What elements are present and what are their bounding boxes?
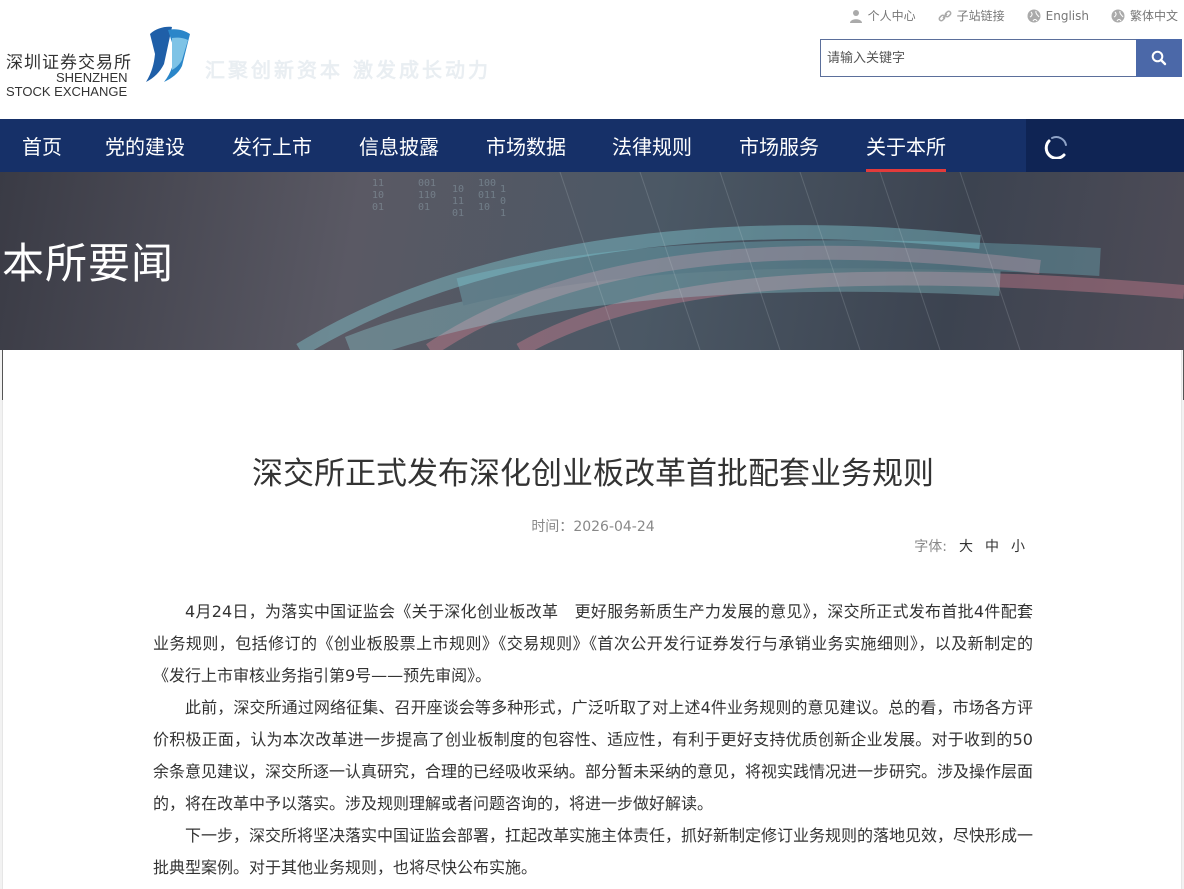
svg-text:001: 001 xyxy=(418,178,436,189)
nav-extra-panel xyxy=(1026,119,1184,172)
content-area: 深交所正式发布深化创业板改革首批配套业务规则 时间：2026-04-24 字体:… xyxy=(0,350,1184,889)
logo-en-line1: SHENZHEN xyxy=(56,70,128,85)
search-input[interactable] xyxy=(820,39,1136,77)
slogan: 汇聚创新资本 激发成长动力 xyxy=(205,58,491,82)
banner-title: 本所要闻 xyxy=(2,239,175,288)
article-meta: 时间：2026-04-24 xyxy=(3,516,1183,536)
english-label: English xyxy=(1045,8,1089,23)
globe-icon xyxy=(1111,9,1125,22)
card-top-border xyxy=(2,350,1184,400)
article-paragraph: 4月24日，为落实中国证监会《关于深化创业板改革 更好服务新质生产力发展的意见》… xyxy=(153,602,1033,685)
font-size-label: 字体: xyxy=(914,539,947,555)
substation-link[interactable]: 子站链接 xyxy=(938,7,1005,24)
svg-text:01: 01 xyxy=(418,202,430,213)
svg-text:0: 0 xyxy=(500,196,506,207)
logo-en-line2: STOCK EXCHANGE xyxy=(6,84,128,99)
nav-item-market-data[interactable]: 市场数据 xyxy=(486,119,566,172)
svg-text:1: 1 xyxy=(500,208,506,219)
svg-text:1: 1 xyxy=(500,184,506,195)
svg-text:10: 10 xyxy=(452,184,464,195)
svg-text:11: 11 xyxy=(452,196,464,207)
font-size-large-button[interactable]: 大 xyxy=(959,536,973,556)
traditional-chinese-link[interactable]: 繁体中文 xyxy=(1111,7,1178,24)
page-banner: 11 10 01 001 110 01 10 11 01 100 011 10 101 本所要闻 xyxy=(0,172,1184,350)
nav-item-party-building[interactable]: 党的建设 xyxy=(105,119,185,172)
nav-item-home[interactable]: 首页 xyxy=(22,119,62,172)
nav-item-about[interactable]: 关于本所 xyxy=(866,119,946,172)
font-size-switcher: 字体: 大 中 小 xyxy=(914,536,1025,556)
logo-mark-icon xyxy=(146,26,190,82)
substation-label: 子站链接 xyxy=(956,9,1005,23)
nav-item-listing[interactable]: 发行上市 xyxy=(232,119,312,172)
nav-item-market-services[interactable]: 市场服务 xyxy=(739,119,819,172)
nav-item-rules[interactable]: 法律规则 xyxy=(612,119,692,172)
english-link[interactable]: English xyxy=(1027,7,1089,24)
search-button[interactable] xyxy=(1136,39,1182,77)
font-size-small-button[interactable]: 小 xyxy=(1011,536,1025,556)
time-label: 时间： xyxy=(531,519,574,535)
svg-text:011: 011 xyxy=(478,190,496,201)
svg-text:10: 10 xyxy=(372,190,384,201)
banner-background-graphic: 111001 00111001 101101 10001110 101 xyxy=(296,172,1184,350)
site-header: 深圳证券交易所 SHENZHEN STOCK EXCHANGE 汇聚创新资本 激… xyxy=(0,0,1184,119)
link-icon xyxy=(938,10,952,21)
svg-text:10: 10 xyxy=(478,202,490,213)
font-size-medium-button[interactable]: 中 xyxy=(985,536,999,556)
search-icon xyxy=(1151,50,1167,66)
svg-text:01: 01 xyxy=(452,208,464,219)
article-paragraph: 此前，深交所通过网络征集、召开座谈会等多种形式，广泛听取了对上述4件业务规则的意… xyxy=(153,698,1034,813)
main-nav: 首页 党的建设 发行上市 信息披露 市场数据 法律规则 市场服务 关于本所 xyxy=(0,119,1184,172)
search-bar xyxy=(820,39,1182,77)
article-title: 深交所正式发布深化创业板改革首批配套业务规则 xyxy=(252,456,934,492)
szse-logo[interactable]: 深圳证券交易所 SHENZHEN STOCK EXCHANGE xyxy=(6,24,196,100)
svg-text:100: 100 xyxy=(478,178,496,189)
article-paragraph: 下一步，深交所将坚决落实中国证监会部署，扛起改革实施主体责任，抓好新制定修订业务… xyxy=(153,826,1034,877)
svg-text:11: 11 xyxy=(372,178,384,189)
svg-text:110: 110 xyxy=(418,190,436,201)
traditional-chinese-label: 繁体中文 xyxy=(1129,9,1178,23)
user-icon xyxy=(849,9,862,23)
personal-center-label: 个人中心 xyxy=(867,9,916,23)
nav-item-disclosure[interactable]: 信息披露 xyxy=(359,119,439,172)
article-card: 深交所正式发布深化创业板改革首批配套业务规则 时间：2026-04-24 字体:… xyxy=(2,350,1184,889)
top-links: 个人中心 子站链接 English 繁体中文 xyxy=(849,7,1178,24)
loading-spinner-icon xyxy=(1044,135,1067,159)
svg-text:01: 01 xyxy=(372,202,384,213)
personal-center-link[interactable]: 个人中心 xyxy=(849,7,916,24)
article-body: 4月24日，为落实中国证监会《关于深化创业板改革 更好服务新质生产力发展的意见》… xyxy=(153,596,1033,884)
globe-icon xyxy=(1027,9,1041,22)
logo-english-name: SHENZHEN STOCK EXCHANGE xyxy=(6,70,128,99)
publish-time: 2026-04-24 xyxy=(573,519,655,535)
